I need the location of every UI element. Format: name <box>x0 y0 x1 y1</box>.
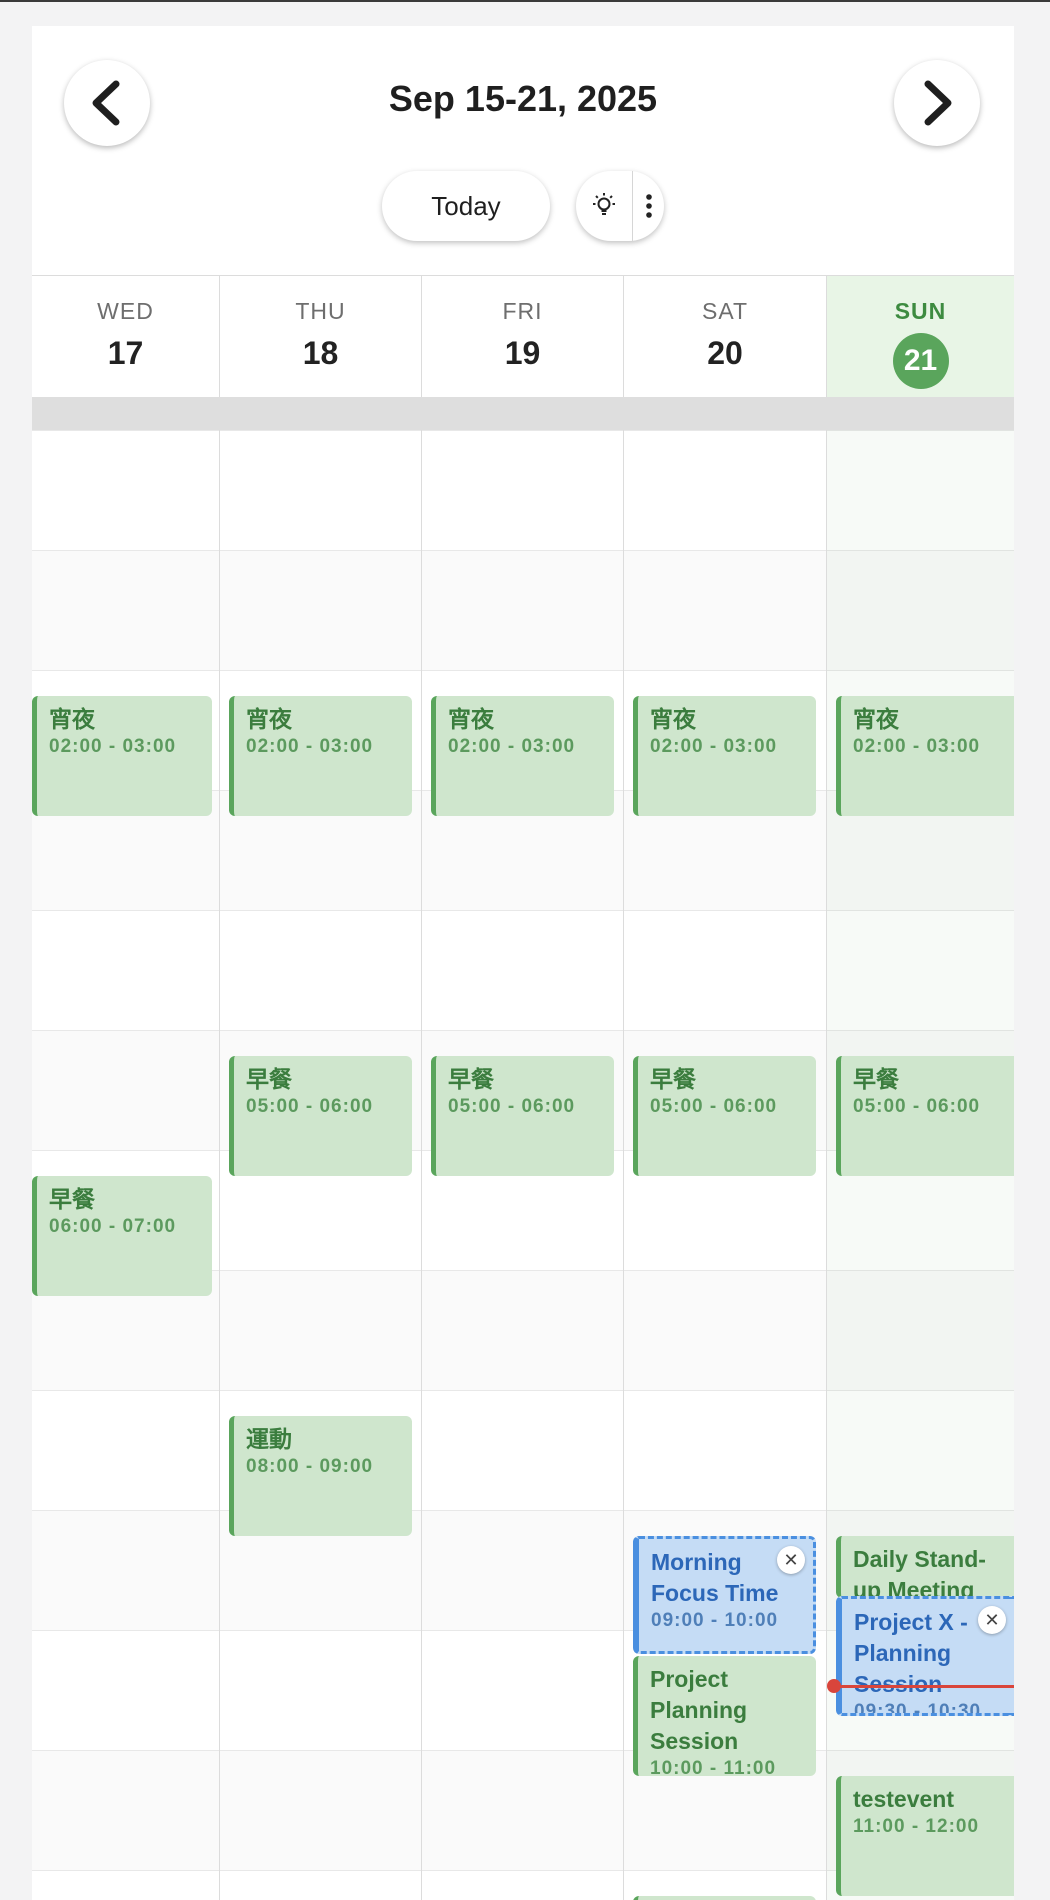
event-time: 05:00 - 06:00 <box>650 1096 778 1117</box>
lightbulb-button[interactable] <box>576 171 632 241</box>
event-time: 02:00 - 03:00 <box>853 736 981 757</box>
day-number: 19 <box>504 335 541 371</box>
time-grid[interactable]: 宵夜 02:00 - 03:00 宵夜 02:00 - 03:00 宵夜 02:… <box>32 430 1014 1900</box>
event-title: Morning Focus Time <box>651 1549 779 1606</box>
event-card[interactable]: 宵夜 02:00 - 03:00 <box>836 696 1014 816</box>
close-icon[interactable]: ✕ <box>777 1546 805 1574</box>
column-divider <box>623 430 624 1900</box>
column-divider <box>826 430 827 1900</box>
event-time: 05:00 - 06:00 <box>448 1096 576 1117</box>
view-tools-group <box>576 171 664 241</box>
day-header-fri[interactable]: FRI 19 <box>422 276 623 398</box>
event-time: 08:00 - 09:00 <box>246 1456 374 1477</box>
event-card[interactable]: 早餐 05:00 - 06:00 <box>633 1056 816 1176</box>
event-title: 早餐 <box>246 1066 292 1092</box>
event-card[interactable]: 早餐 06:00 - 07:00 <box>32 1176 212 1296</box>
event-card[interactable]: Project Planning Session 10:00 - 11:00 <box>633 1656 816 1776</box>
current-time-dot <box>827 1679 841 1693</box>
week-title: Sep 15-21, 2025 <box>388 78 658 119</box>
day-header-row: WED 17 THU 18 FRI 19 SAT 20 SUN 21 <box>32 275 1014 398</box>
event-time: 11:00 - 12:00 <box>853 1816 980 1837</box>
more-options-button[interactable] <box>633 171 664 241</box>
event-time: 09:30 - 10:30 <box>854 1701 982 1716</box>
current-time-line <box>834 1685 1014 1688</box>
calendar-card: Sep 15-21, 2025 Today WED 17 THU 18 FRI … <box>32 26 1014 1900</box>
day-header-sat[interactable]: SAT 20 <box>624 276 826 398</box>
event-title: testevent <box>853 1786 954 1812</box>
event-title: 早餐 <box>448 1066 494 1092</box>
event-card[interactable]: 運動 08:00 - 09:00 <box>229 1416 412 1536</box>
column-divider <box>623 276 624 398</box>
event-time: 02:00 - 03:00 <box>49 736 177 757</box>
event-card[interactable]: 早餐 05:00 - 06:00 <box>229 1056 412 1176</box>
day-header-thu[interactable]: THU 18 <box>220 276 421 398</box>
event-title: 早餐 <box>853 1066 899 1092</box>
event-time: 09:00 - 10:00 <box>651 1610 779 1631</box>
event-card[interactable]: 晚餐 <box>633 1896 816 1900</box>
event-time: 02:00 - 03:00 <box>448 736 576 757</box>
event-time: 02:00 - 03:00 <box>650 736 778 757</box>
all-day-strip[interactable] <box>32 397 1014 430</box>
event-card[interactable]: 宵夜 02:00 - 03:00 <box>633 696 816 816</box>
event-card[interactable]: 早餐 05:00 - 06:00 <box>836 1056 1014 1176</box>
chevron-right-icon <box>924 80 952 126</box>
selected-event-card[interactable]: Project X - Planning Session 09:30 - 10:… <box>836 1596 1014 1716</box>
day-header-wed[interactable]: WED 17 <box>32 276 219 398</box>
event-title: 早餐 <box>650 1066 696 1092</box>
day-number: 18 <box>302 335 339 371</box>
event-card[interactable]: testevent 11:00 - 12:00 <box>836 1776 1014 1896</box>
column-divider <box>219 430 220 1900</box>
event-card[interactable]: Daily Stand-up Meeting <box>836 1536 1014 1598</box>
day-header-sun-today[interactable]: SUN 21 <box>827 276 1014 398</box>
event-card[interactable]: 早餐 05:00 - 06:00 <box>431 1056 614 1176</box>
selected-event-card[interactable]: Morning Focus Time 09:00 - 10:00 ✕ <box>633 1536 816 1654</box>
event-card[interactable]: 宵夜 02:00 - 03:00 <box>431 696 614 816</box>
day-of-week: SAT <box>701 298 749 324</box>
day-number: 17 <box>107 335 144 371</box>
event-time: 10:00 - 11:00 <box>650 1758 777 1776</box>
next-week-button[interactable] <box>894 60 980 146</box>
today-date-badge: 21 <box>892 333 949 389</box>
event-title: 運動 <box>246 1426 292 1452</box>
column-divider <box>421 276 422 398</box>
day-of-week: THU <box>295 298 346 324</box>
column-divider <box>826 276 827 398</box>
lightbulb-icon <box>593 193 615 215</box>
day-of-week: FRI <box>502 298 543 324</box>
column-divider <box>219 276 220 398</box>
event-card[interactable]: 宵夜 02:00 - 03:00 <box>229 696 412 816</box>
event-time: 05:00 - 06:00 <box>853 1096 981 1117</box>
window-top-border <box>0 0 1050 2</box>
day-of-week: SUN <box>894 298 947 324</box>
event-title: 宵夜 <box>246 706 292 732</box>
event-title: 宵夜 <box>853 706 899 732</box>
column-divider <box>421 430 422 1900</box>
event-title: 宵夜 <box>650 706 696 732</box>
event-time: 05:00 - 06:00 <box>246 1096 374 1117</box>
event-title: Project Planning Session <box>650 1666 748 1754</box>
more-vertical-icon <box>645 194 652 218</box>
event-title: 宵夜 <box>448 706 494 732</box>
today-button[interactable]: Today <box>382 171 550 241</box>
close-icon[interactable]: ✕ <box>978 1606 1006 1634</box>
day-of-week: WED <box>97 298 154 324</box>
event-title: Daily Stand-up Meeting <box>853 1546 986 1598</box>
event-title: 早餐 <box>49 1186 95 1212</box>
day-number: 20 <box>707 335 743 371</box>
event-time: 02:00 - 03:00 <box>246 736 374 757</box>
event-title: 宵夜 <box>49 706 95 732</box>
event-time: 06:00 - 07:00 <box>49 1216 177 1237</box>
event-card[interactable]: 宵夜 02:00 - 03:00 <box>32 696 212 816</box>
